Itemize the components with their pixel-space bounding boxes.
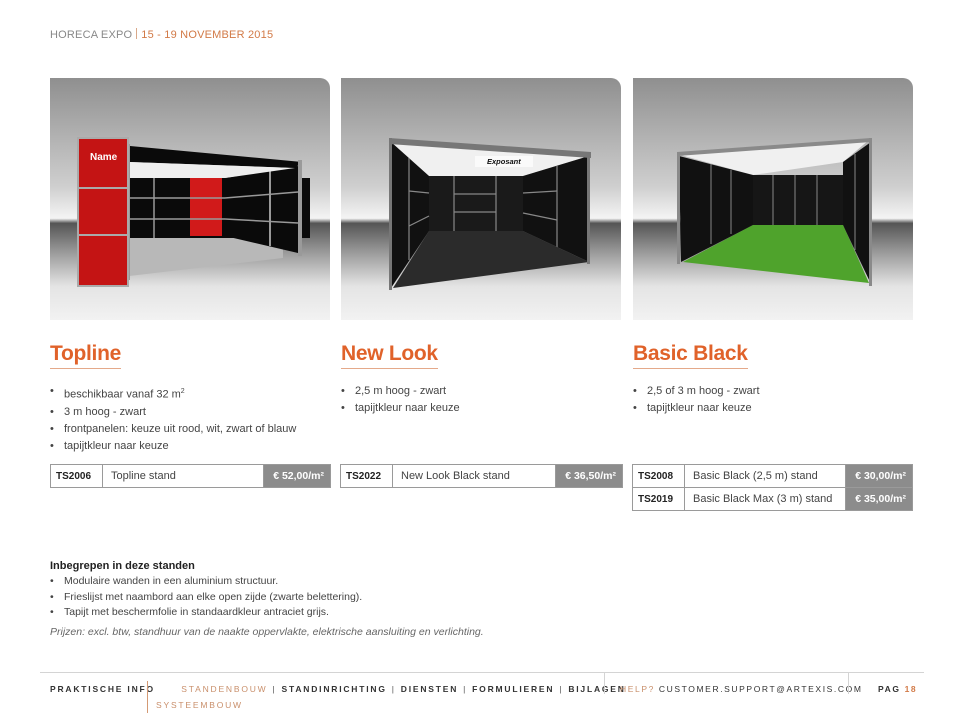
- stand-photo-new-look: Exposant: [341, 78, 621, 320]
- feature-item: tapijtkleur naar keuze: [50, 438, 330, 455]
- product-description: Basic Black (2,5 m) stand: [684, 464, 846, 488]
- stand-photo-topline: Name: [50, 78, 330, 320]
- page-indicator: PAG 18: [878, 684, 917, 694]
- nav-standinrichting[interactable]: STANDINRICHTING: [282, 684, 387, 694]
- stand-topline: Name Topline beschikbaar vanaf 32 m2 3 m…: [50, 78, 330, 455]
- product-description: New Look Black stand: [392, 464, 556, 488]
- footer-divider: [604, 672, 605, 694]
- basic-black-booth-illustration: [677, 138, 872, 286]
- page-label: PAG: [878, 684, 901, 694]
- event-dates: 15 - 19 NOVEMBER 2015: [141, 29, 274, 41]
- page-number: 18: [904, 684, 918, 694]
- stand-title: New Look: [341, 342, 438, 369]
- stand-new-look: Exposant New Look 2,5 m hoog - zwart tap…: [341, 78, 621, 417]
- price-table-new-look: TS2022 New Look Black stand € 36,50/m²: [340, 464, 623, 488]
- product-price: € 35,00/m²: [845, 487, 913, 511]
- feature-item: 3 m hoog - zwart: [50, 404, 330, 421]
- product-code: TS2006: [50, 464, 103, 488]
- help-contact: HELP? CUSTOMER.SUPPORT@ARTEXIS.COM: [620, 684, 863, 694]
- price-note: Prijzen: excl. btw, standhuur van de naa…: [50, 625, 484, 638]
- stand-features: 2,5 of 3 m hoog - zwart tapijtkleur naar…: [633, 383, 913, 417]
- footer-rule: [40, 672, 924, 673]
- product-description: Topline stand: [102, 464, 264, 488]
- stand-features: beschikbaar vanaf 32 m2 3 m hoog - zwart…: [50, 383, 330, 455]
- new-look-booth-illustration: Exposant: [389, 138, 591, 290]
- product-price: € 30,00/m²: [845, 464, 913, 488]
- feature-item: tapijtkleur naar keuze: [633, 400, 913, 417]
- event-name: HORECA EXPO: [50, 29, 133, 41]
- product-price: € 36,50/m²: [555, 464, 623, 488]
- nav-diensten[interactable]: DIENSTEN: [401, 684, 458, 694]
- stand-photo-basic-black: [633, 78, 913, 320]
- price-row: TS2022 New Look Black stand € 36,50/m²: [340, 464, 623, 488]
- header-divider: [136, 28, 138, 39]
- product-description: Basic Black Max (3 m) stand: [684, 487, 846, 511]
- included-list: Modulaire wanden in een aluminium struct…: [50, 574, 484, 621]
- nav-systeembouw[interactable]: SYSTEEMBOUW: [156, 700, 243, 710]
- feature-item: 2,5 m hoog - zwart: [341, 383, 621, 400]
- feature-item: beschikbaar vanaf 32 m2: [50, 383, 330, 404]
- page-header: HORECA EXPO 15 - 19 NOVEMBER 2015: [50, 28, 273, 41]
- included-heading: Inbegrepen in deze standen: [50, 560, 195, 572]
- nav-formulieren[interactable]: FORMULIEREN: [472, 684, 554, 694]
- booth-red-panel: [190, 178, 222, 236]
- booth-back-wall: [753, 175, 843, 225]
- nav-bijlagen[interactable]: BIJLAGEN: [568, 684, 625, 694]
- feature-item: 2,5 of 3 m hoog - zwart: [633, 383, 913, 400]
- help-label: HELP?: [620, 684, 655, 694]
- price-table-basic-black: TS2008 Basic Black (2,5 m) stand € 30,00…: [632, 464, 913, 511]
- stand-features: 2,5 m hoog - zwart tapijtkleur naar keuz…: [341, 383, 621, 417]
- feature-item: tapijtkleur naar keuze: [341, 400, 621, 417]
- price-table-topline: TS2006 Topline stand € 52,00/m²: [50, 464, 331, 488]
- topline-booth-illustration: Name: [77, 137, 310, 287]
- product-code: TS2008: [632, 464, 685, 488]
- feature-item: frontpanelen: keuze uit rood, wit, zwart…: [50, 421, 330, 438]
- booth-name-sign: Name: [90, 152, 118, 163]
- booth-exhibitor-sign: Exposant: [487, 157, 521, 166]
- product-code: TS2022: [340, 464, 393, 488]
- included-item: Tapijt met beschermfolie in standaardkle…: [50, 605, 484, 621]
- footer-divider: [848, 672, 849, 694]
- page-footer: PRAKTISCHE INFO STANDENBOUW | STANDINRICHT…: [0, 672, 960, 720]
- nav-praktische-info[interactable]: PRAKTISCHE INFO: [50, 684, 155, 694]
- support-email-link[interactable]: CUSTOMER.SUPPORT@ARTEXIS.COM: [659, 684, 863, 694]
- price-row: TS2006 Topline stand € 52,00/m²: [50, 464, 331, 488]
- product-price: € 52,00/m²: [263, 464, 331, 488]
- included-item: Modulaire wanden in een aluminium struct…: [50, 574, 484, 590]
- stand-basic-black: Basic Black 2,5 of 3 m hoog - zwart tapi…: [633, 78, 913, 417]
- product-code: TS2019: [632, 487, 685, 511]
- price-row: TS2019 Basic Black Max (3 m) stand € 35,…: [632, 487, 913, 511]
- nav-standenbouw[interactable]: STANDENBOUW: [181, 684, 267, 694]
- footer-nav: PRAKTISCHE INFO STANDENBOUW | STANDINRICHT…: [50, 684, 626, 694]
- included-section: Inbegrepen in deze standen Modulaire wan…: [50, 560, 484, 638]
- stand-title: Topline: [50, 342, 121, 369]
- nav-active-marker: [147, 681, 148, 713]
- included-item: Frieslijst met naambord aan elke open zi…: [50, 590, 484, 606]
- stand-title: Basic Black: [633, 342, 748, 369]
- booth-back-wall: [429, 176, 523, 231]
- price-row: TS2008 Basic Black (2,5 m) stand € 30,00…: [632, 464, 913, 488]
